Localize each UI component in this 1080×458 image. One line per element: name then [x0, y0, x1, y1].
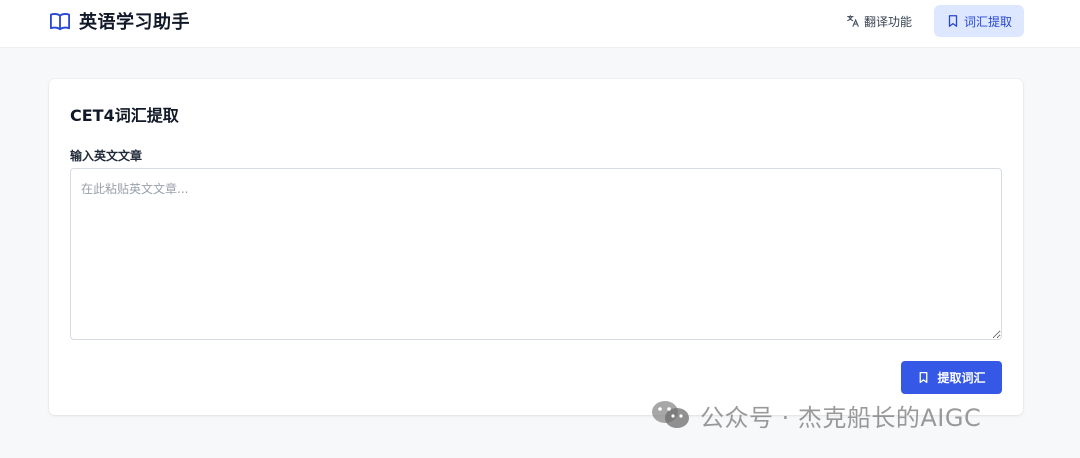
- brand[interactable]: 英语学习助手: [49, 8, 190, 34]
- nav-translate-button[interactable]: 翻译功能: [834, 5, 924, 37]
- nav-translate-label: 翻译功能: [863, 14, 912, 29]
- top-navbar: 英语学习助手 翻译功能 词汇提取: [0, 0, 1080, 48]
- nav-vocab-label: 词汇提取: [963, 14, 1012, 29]
- vocab-extract-card: CET4词汇提取 输入英文文章 提取词汇: [49, 79, 1023, 415]
- main-nav: 翻译功能 词汇提取: [834, 5, 1024, 37]
- translate-icon: [847, 15, 859, 27]
- extract-vocab-label: 提取词汇: [937, 371, 986, 385]
- app-title: 英语学习助手: [79, 12, 190, 33]
- open-book-icon: [50, 13, 70, 31]
- watermark: 公众号 · 杰克船长的AIGC: [650, 396, 981, 434]
- wechat-icon: [652, 401, 689, 428]
- bookmark-icon: [920, 371, 928, 384]
- article-textarea[interactable]: [70, 168, 1002, 340]
- extract-vocab-button[interactable]: 提取词汇: [901, 361, 1002, 394]
- card-title: CET4词汇提取: [70, 106, 179, 125]
- article-input-label: 输入英文文章: [70, 149, 143, 163]
- watermark-text: 公众号 · 杰克船长的AIGC: [700, 403, 982, 432]
- bookmark-icon: [948, 15, 958, 27]
- nav-vocab-button[interactable]: 词汇提取: [933, 5, 1024, 37]
